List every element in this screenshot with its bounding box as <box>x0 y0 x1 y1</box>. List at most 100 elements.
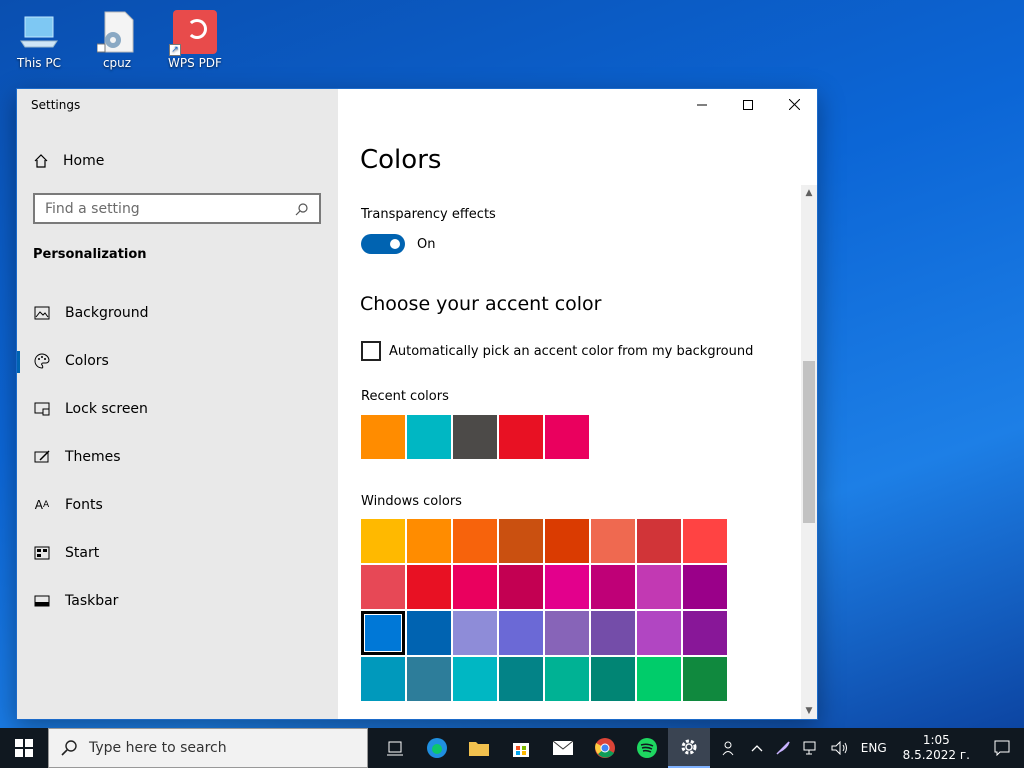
windows-colors-swatches <box>361 519 731 701</box>
windows-color-swatch[interactable] <box>637 519 681 563</box>
chrome-icon <box>595 738 615 758</box>
content-scrollbar[interactable]: ▲ ▼ <box>801 185 817 719</box>
nav-item-colors[interactable]: Colors <box>17 337 338 385</box>
start-button[interactable] <box>0 728 48 768</box>
windows-color-swatch[interactable] <box>453 565 497 609</box>
windows-color-swatch[interactable] <box>591 565 635 609</box>
scroll-up-icon[interactable]: ▲ <box>801 185 817 201</box>
shortcut-arrow-icon: ↗ <box>169 44 181 56</box>
nav-item-start[interactable]: Start <box>17 529 338 577</box>
windows-color-swatch[interactable] <box>683 611 727 655</box>
windows-color-swatch[interactable] <box>545 565 589 609</box>
windows-color-swatch[interactable] <box>407 657 451 701</box>
nav-item-lock-screen[interactable]: Lock screen <box>17 385 338 433</box>
windows-color-swatch[interactable] <box>499 519 543 563</box>
windows-color-swatch[interactable] <box>637 565 681 609</box>
windows-color-swatch[interactable] <box>407 519 451 563</box>
fonts-icon: AA <box>34 498 50 512</box>
caption-buttons <box>679 89 817 120</box>
recent-color-swatch[interactable] <box>545 415 589 459</box>
network-button[interactable] <box>797 741 825 755</box>
scroll-thumb[interactable] <box>803 361 815 523</box>
desktop-icon-wps-pdf[interactable]: ↗ WPS PDF <box>160 10 230 70</box>
clock[interactable]: 1:05 8.5.2022 г. <box>893 733 980 763</box>
task-view-button[interactable] <box>374 728 416 768</box>
spotify-button[interactable] <box>626 728 668 768</box>
nav-home[interactable]: Home <box>33 153 104 169</box>
edge-button[interactable] <box>416 728 458 768</box>
checkbox-box[interactable] <box>361 341 381 361</box>
windows-color-swatch[interactable] <box>361 565 405 609</box>
windows-color-swatch[interactable] <box>545 519 589 563</box>
windows-color-swatch[interactable] <box>407 611 451 655</box>
store-button[interactable] <box>500 728 542 768</box>
pen-button[interactable] <box>769 740 797 756</box>
windows-color-swatch[interactable] <box>361 519 405 563</box>
settings-sidebar: Settings Home Personalization Background… <box>17 89 338 719</box>
section-heading: Personalization <box>33 247 147 262</box>
transparency-label: Transparency effects <box>361 207 496 222</box>
windows-color-swatch[interactable] <box>361 611 405 655</box>
recent-colors-swatches <box>361 415 589 459</box>
people-button[interactable] <box>715 739 745 757</box>
hidden-icons-button[interactable] <box>745 744 769 752</box>
windows-color-swatch[interactable] <box>591 657 635 701</box>
nav-item-background[interactable]: Background <box>17 289 338 337</box>
windows-color-swatch[interactable] <box>683 565 727 609</box>
nav-item-label: Fonts <box>65 497 103 513</box>
windows-color-swatch[interactable] <box>453 657 497 701</box>
windows-color-swatch[interactable] <box>499 657 543 701</box>
windows-color-swatch[interactable] <box>545 657 589 701</box>
notifications-button[interactable] <box>980 740 1024 756</box>
windows-color-swatch[interactable] <box>499 611 543 655</box>
maximize-icon <box>743 99 753 110</box>
maximize-button[interactable] <box>725 89 771 120</box>
windows-color-swatch[interactable] <box>683 519 727 563</box>
find-setting-input[interactable] <box>45 200 295 217</box>
recent-colors-label: Recent colors <box>361 389 449 404</box>
auto-pick-checkbox[interactable]: Automatically pick an accent color from … <box>361 341 753 361</box>
desktop-icon-cpuz[interactable]: cpuz <box>82 10 152 70</box>
desktop-icon-label: WPS PDF <box>168 56 222 70</box>
volume-button[interactable] <box>825 741 855 755</box>
nav-item-fonts[interactable]: AA Fonts <box>17 481 338 529</box>
windows-color-swatch[interactable] <box>361 657 405 701</box>
close-button[interactable] <box>771 89 817 120</box>
windows-color-swatch[interactable] <box>591 519 635 563</box>
windows-color-swatch[interactable] <box>453 519 497 563</box>
recent-color-swatch[interactable] <box>499 415 543 459</box>
nav-list: Background Colors Lock screen Themes AA … <box>17 289 338 625</box>
windows-color-swatch[interactable] <box>683 657 727 701</box>
nav-item-themes[interactable]: Themes <box>17 433 338 481</box>
settings-search[interactable] <box>33 193 321 224</box>
themes-icon <box>33 448 51 466</box>
clock-time: 1:05 <box>922 733 950 747</box>
chrome-button[interactable] <box>584 728 626 768</box>
accent-heading: Choose your accent color <box>360 293 602 315</box>
recent-color-swatch[interactable] <box>361 415 405 459</box>
recent-color-swatch[interactable] <box>407 415 451 459</box>
minimize-button[interactable] <box>679 89 725 120</box>
nav-item-taskbar[interactable]: Taskbar <box>17 577 338 625</box>
nav-item-label: Themes <box>65 449 121 465</box>
folder-icon <box>469 742 489 756</box>
desktop-icon-this-pc[interactable]: This PC <box>4 10 74 70</box>
windows-color-swatch[interactable] <box>499 565 543 609</box>
taskbar-search-placeholder: Type here to search <box>89 740 227 756</box>
settings-taskbar-button[interactable] <box>668 728 710 768</box>
scroll-down-icon[interactable]: ▼ <box>801 703 817 719</box>
nav-item-label: Background <box>65 305 149 321</box>
windows-color-swatch[interactable] <box>591 611 635 655</box>
file-explorer-button[interactable] <box>458 728 500 768</box>
windows-color-swatch[interactable] <box>637 611 681 655</box>
language-indicator[interactable]: ENG <box>855 741 893 755</box>
windows-color-swatch[interactable] <box>453 611 497 655</box>
transparency-toggle[interactable] <box>361 234 405 254</box>
recent-color-swatch[interactable] <box>453 415 497 459</box>
taskbar-search[interactable]: Type here to search <box>48 728 368 768</box>
windows-color-swatch[interactable] <box>545 611 589 655</box>
taskbar-icon <box>33 592 51 610</box>
windows-color-swatch[interactable] <box>407 565 451 609</box>
windows-color-swatch[interactable] <box>637 657 681 701</box>
mail-button[interactable] <box>542 728 584 768</box>
